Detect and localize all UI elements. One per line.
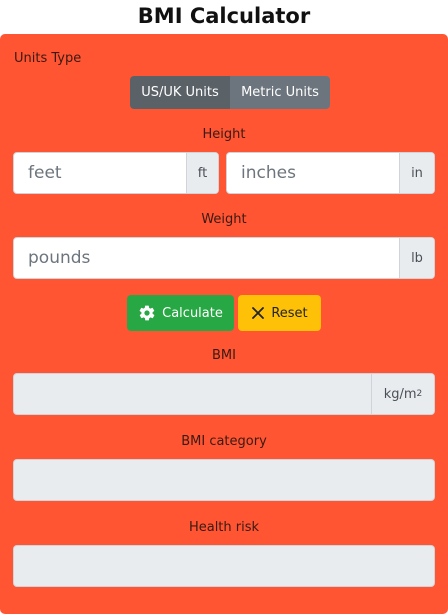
feet-unit-addon: ft: [186, 153, 218, 193]
height-label: Height: [202, 127, 246, 142]
calculator-card: Units Type US/UK Units Metric Units Heig…: [0, 34, 448, 614]
units-type-label: Units Type: [14, 51, 82, 66]
page-title: BMI Calculator: [137, 4, 311, 28]
bmi-output: [14, 374, 371, 414]
bmi-unit-exponent: 2: [416, 389, 423, 399]
close-icon: [251, 306, 265, 320]
feet-input[interactable]: [14, 153, 186, 193]
health-risk-label: Health risk: [188, 520, 260, 535]
bmi-category-output: [13, 459, 435, 501]
bmi-output-group: kg/m 2: [13, 373, 435, 415]
reset-button[interactable]: Reset: [238, 295, 321, 331]
bmi-category-label: BMI category: [181, 434, 267, 449]
reset-button-label: Reset: [271, 305, 308, 321]
inches-unit-addon: in: [399, 153, 434, 193]
bmi-unit-addon: kg/m 2: [371, 374, 434, 414]
pounds-input[interactable]: [14, 238, 399, 278]
calculate-button-label: Calculate: [162, 305, 223, 321]
health-risk-output: [13, 545, 435, 587]
feet-input-group: ft: [13, 152, 219, 194]
gear-icon: [138, 304, 156, 322]
bmi-unit: kg/m: [383, 386, 417, 402]
metric-units-button[interactable]: Metric Units: [230, 76, 330, 109]
weight-input-group: lb: [13, 237, 435, 279]
pounds-unit-addon: lb: [399, 238, 434, 278]
inches-input[interactable]: [227, 153, 399, 193]
weight-label: Weight: [201, 212, 247, 227]
us-uk-units-button[interactable]: US/UK Units: [130, 76, 230, 109]
calculate-button[interactable]: Calculate: [127, 295, 234, 331]
units-toggle: US/UK Units Metric Units: [130, 76, 330, 109]
inches-input-group: in: [226, 152, 435, 194]
bmi-label: BMI: [212, 348, 236, 363]
